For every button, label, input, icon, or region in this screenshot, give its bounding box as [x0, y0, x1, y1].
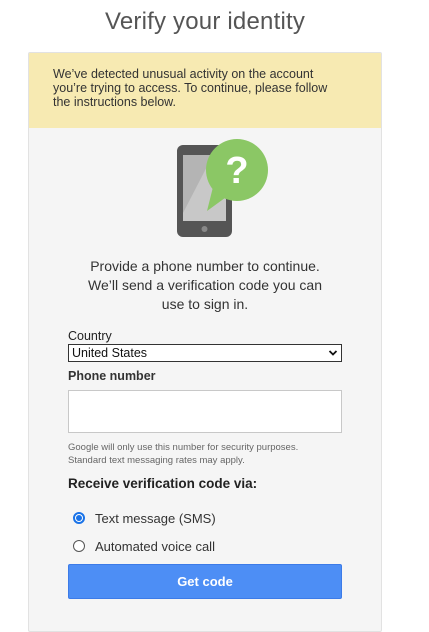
country-select[interactable]: United States	[68, 344, 342, 362]
instruction-text: Provide a phone number to continue. We’l…	[29, 257, 381, 314]
note-line: Google will only use this number for sec…	[68, 442, 299, 453]
sms-option-label: Text message (SMS)	[95, 510, 216, 526]
warning-line: We’ve detected unusual activity on the a…	[53, 67, 314, 81]
phone-number-label: Phone number	[68, 369, 156, 383]
chevron-down-icon	[328, 350, 338, 356]
get-code-button[interactable]: Get code	[68, 564, 342, 599]
sms-option[interactable]: Text message (SMS)	[73, 510, 216, 526]
country-label: Country	[68, 329, 112, 343]
instruction-line: use to sign in.	[161, 296, 249, 312]
phone-number-input[interactable]	[68, 390, 342, 433]
sms-radio[interactable]	[73, 512, 85, 524]
voice-call-option[interactable]: Automated voice call	[73, 538, 215, 554]
verification-card: We’ve detected unusual activity on the a…	[28, 52, 382, 632]
delivery-method-label: Receive verification code via:	[68, 476, 258, 491]
instruction-line: Provide a phone number to continue.	[90, 258, 320, 274]
warning-line: the instructions below.	[53, 95, 176, 109]
unusual-activity-warning: We’ve detected unusual activity on the a…	[29, 53, 381, 128]
question-mark: ?	[225, 150, 248, 192]
country-select-value: United States	[72, 346, 148, 360]
page-title: Verify your identity	[104, 8, 306, 35]
voice-call-radio[interactable]	[73, 540, 85, 552]
instruction-line: We’ll send a verification code you can	[88, 277, 322, 293]
phone-question-icon: ?	[177, 135, 277, 245]
note-line: Standard text messaging rates may apply.	[68, 455, 245, 466]
voice-call-option-label: Automated voice call	[95, 538, 215, 554]
warning-line: you’re trying to access. To continue, pl…	[53, 81, 328, 95]
phone-usage-note: Google will only use this number for sec…	[68, 441, 298, 467]
